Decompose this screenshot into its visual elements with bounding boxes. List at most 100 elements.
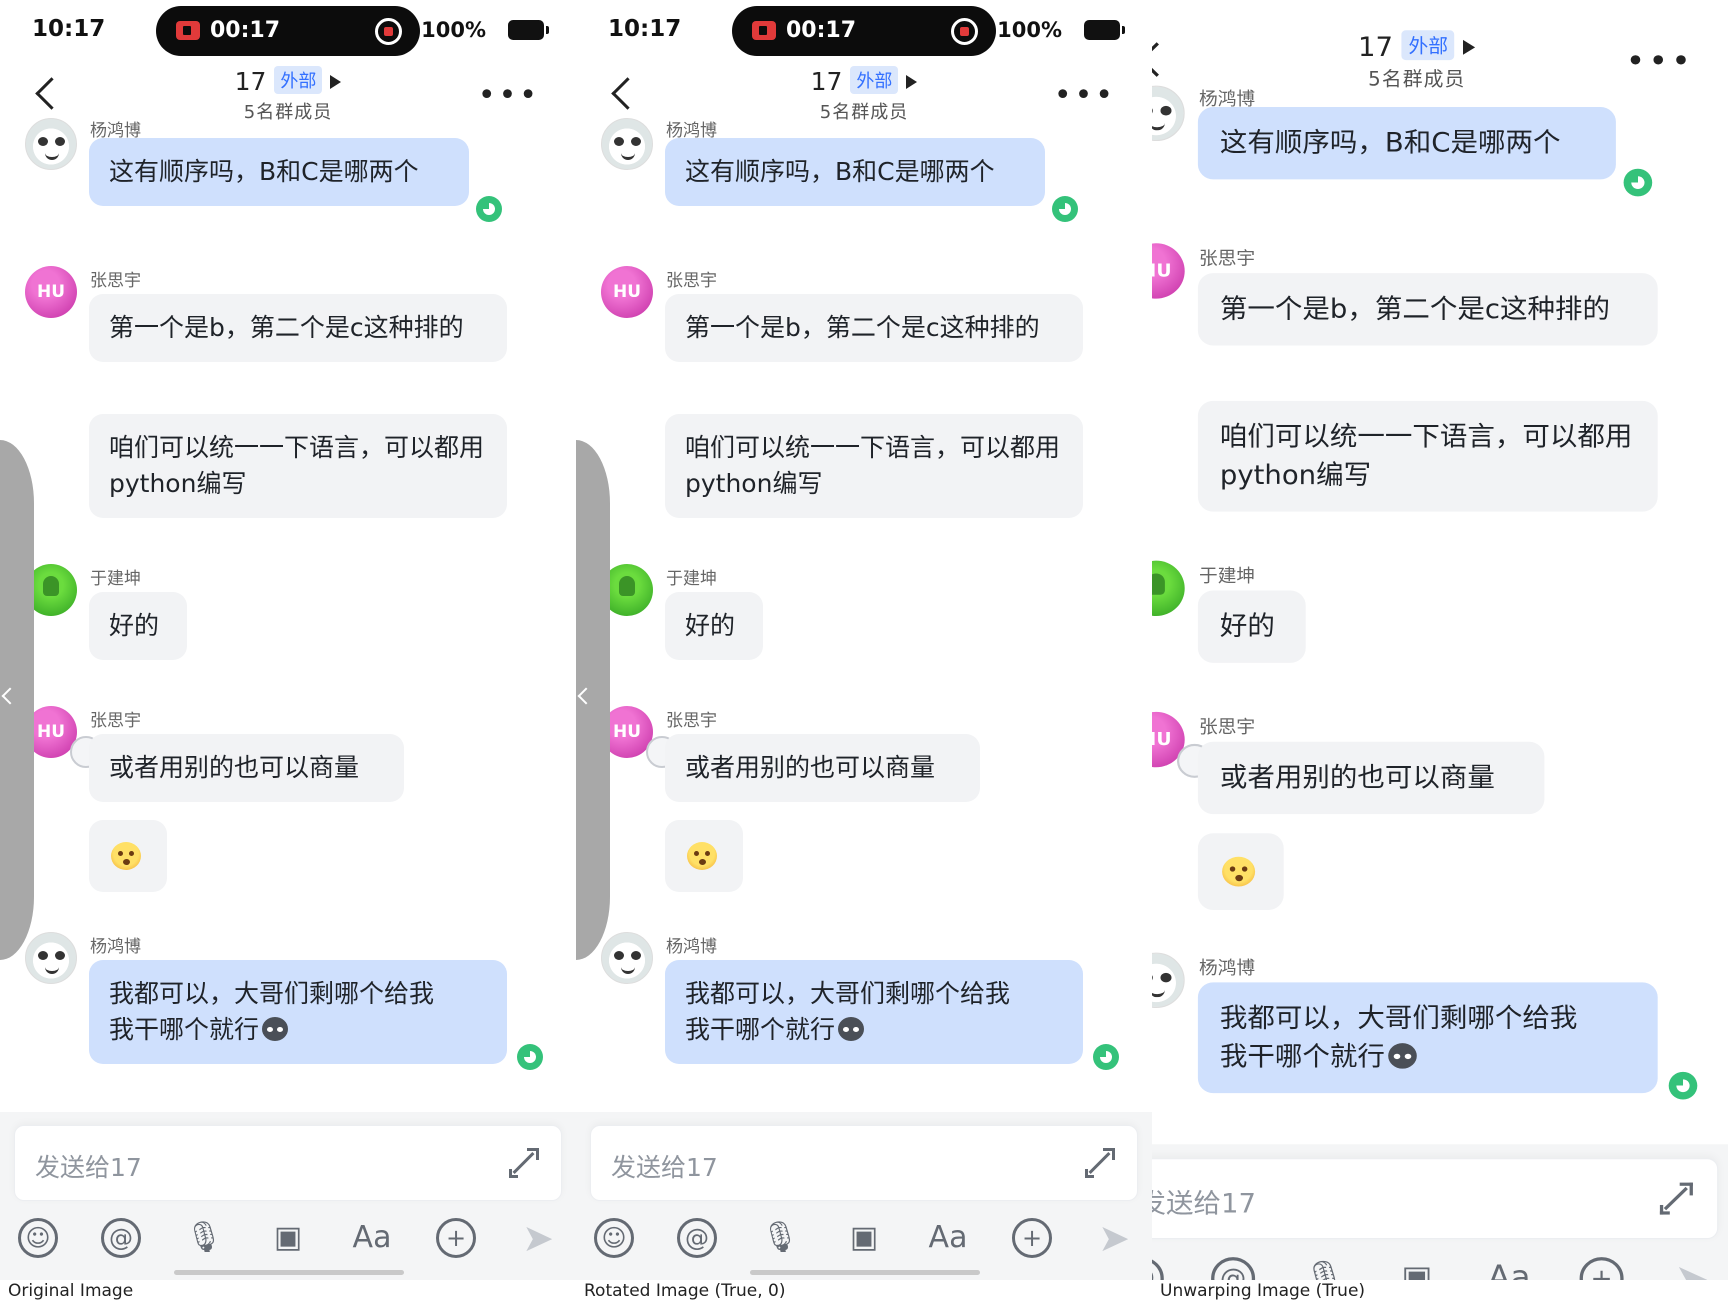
message-input-placeholder: 发送给17 xyxy=(611,1153,718,1182)
expand-icon[interactable] xyxy=(1659,1182,1693,1215)
stop-record-icon[interactable] xyxy=(375,18,402,45)
image-icon[interactable]: ▣ xyxy=(268,1218,308,1258)
font-icon[interactable]: Aa xyxy=(928,1218,968,1258)
message-input[interactable]: 发送给17 xyxy=(14,1125,562,1201)
avatar[interactable] xyxy=(1152,952,1185,1008)
at-icon[interactable]: @ xyxy=(677,1218,717,1258)
plus-icon[interactable]: + xyxy=(1012,1218,1052,1258)
send-icon[interactable]: ➤ xyxy=(1094,1218,1134,1258)
message-list[interactable]: 杨鸿博 这有顺序吗，B和C是哪两个 HU 张思宇 第一个是b，第二个是c这种排的… xyxy=(1152,85,1728,1140)
message-bubble[interactable]: 咱们可以统一一下语言，可以都用python编写 xyxy=(89,414,507,518)
read-status-icon xyxy=(476,196,502,222)
battery-percent: 100% xyxy=(997,18,1062,42)
page-curl-edge[interactable] xyxy=(576,440,610,960)
external-tag: 外部 xyxy=(274,66,323,94)
message-input[interactable]: 发送给17 xyxy=(1152,1158,1719,1240)
avatar[interactable] xyxy=(25,118,77,170)
page-curl-edge[interactable] xyxy=(0,440,34,960)
original-image-panel: 10:17 00:17 100% 17 外部 5名群成员 ••• 杨鸿博 这有顺序… xyxy=(0,0,576,1280)
smile-icon[interactable]: ☺ xyxy=(18,1218,58,1258)
message-bubble[interactable]: 或者用别的也可以商量 xyxy=(89,734,404,802)
message-bubble[interactable]: 我都可以，大哥们剩哪个给我 我干哪个就行 xyxy=(1197,982,1658,1094)
message-bubble[interactable]: 这有顺序吗，B和C是哪两个 xyxy=(89,138,469,206)
send-icon[interactable]: ➤ xyxy=(1670,1257,1714,1280)
avatar[interactable] xyxy=(1152,560,1185,617)
read-status-icon xyxy=(1052,196,1078,222)
avatar[interactable]: HU xyxy=(25,266,77,318)
message-line: 我都可以，大哥们剩哪个给我 xyxy=(109,979,435,1008)
at-icon[interactable]: @ xyxy=(1211,1257,1256,1280)
record-camera-icon xyxy=(176,21,200,40)
record-time: 00:17 xyxy=(786,18,857,43)
message-input-placeholder: 发送给17 xyxy=(1152,1187,1256,1219)
caret-right-icon xyxy=(330,75,342,89)
font-icon[interactable]: Aa xyxy=(352,1218,392,1258)
smile-icon[interactable]: ☺ xyxy=(594,1218,634,1258)
at-icon[interactable]: @ xyxy=(101,1218,141,1258)
emoji-sticker[interactable] xyxy=(1197,833,1284,910)
emoji-sticker[interactable] xyxy=(665,820,743,892)
plus-icon[interactable]: + xyxy=(1579,1257,1624,1280)
screen-recording-pill[interactable]: 00:17 xyxy=(732,6,996,56)
message-bubble[interactable]: 第一个是b，第二个是c这种排的 xyxy=(89,294,507,362)
message-bubble[interactable]: 或者用别的也可以商量 xyxy=(665,734,980,802)
sender-name: 于建坤 xyxy=(666,569,717,589)
avatar[interactable] xyxy=(601,118,653,170)
message-list[interactable]: 杨鸿博 这有顺序吗，B和C是哪两个 HU 张思宇 第一个是b，第二个是c这种排的… xyxy=(576,118,1152,1108)
message-input[interactable]: 发送给17 xyxy=(590,1125,1138,1201)
shocked-face-icon xyxy=(1222,856,1256,887)
mic-icon[interactable]: 🎙 xyxy=(1302,1257,1346,1280)
screen-recording-pill[interactable]: 00:17 xyxy=(156,6,420,56)
composer-toolbar: ☺ @ 🎙 ▣ Aa + ➤ xyxy=(0,1212,576,1272)
message-bubble[interactable]: 第一个是b，第二个是c这种排的 xyxy=(1197,273,1658,346)
image-icon[interactable]: ▣ xyxy=(1395,1257,1439,1280)
more-icon[interactable]: ••• xyxy=(478,78,540,113)
status-bar: 10:17 00:17 100% xyxy=(576,0,1152,62)
avatar[interactable]: HU xyxy=(1152,243,1185,299)
chat-header: 17 外部 5名群成员 ••• xyxy=(576,62,1152,126)
message-bubble[interactable]: 咱们可以统一一下语言，可以都用python编写 xyxy=(665,414,1083,518)
message-bubble[interactable]: 这有顺序吗，B和C是哪两个 xyxy=(665,138,1045,206)
message-bubble[interactable]: 好的 xyxy=(89,592,187,660)
mic-icon[interactable]: 🎙 xyxy=(184,1218,224,1258)
caption-rotated: Rotated Image (True, 0) xyxy=(584,1281,786,1301)
more-icon[interactable]: ••• xyxy=(1054,78,1116,113)
avatar[interactable]: HU xyxy=(601,266,653,318)
message-bubble[interactable]: 好的 xyxy=(665,592,763,660)
shocked-face-icon xyxy=(687,842,717,870)
more-icon[interactable]: ••• xyxy=(1626,43,1694,80)
cat-emoji-icon xyxy=(262,1017,289,1041)
image-icon[interactable]: ▣ xyxy=(844,1218,884,1258)
chat-header: 17 外部 5名群成员 ••• xyxy=(0,62,576,126)
stop-record-icon[interactable] xyxy=(951,18,978,45)
message-bubble[interactable]: 第一个是b，第二个是c这种排的 xyxy=(665,294,1083,362)
emoji-sticker[interactable] xyxy=(89,820,167,892)
chevron-left-icon xyxy=(577,687,595,705)
expand-icon[interactable] xyxy=(509,1148,539,1178)
message-bubble[interactable]: 咱们可以统一一下语言，可以都用python编写 xyxy=(1197,400,1658,512)
sender-name: 杨鸿博 xyxy=(90,937,141,957)
status-time: 10:17 xyxy=(32,16,106,42)
avatar[interactable] xyxy=(601,932,653,984)
expand-icon[interactable] xyxy=(1085,1148,1115,1178)
message-bubble[interactable]: 或者用别的也可以商量 xyxy=(1197,741,1545,815)
message-list[interactable]: 杨鸿博 这有顺序吗，B和C是哪两个 HU 张思宇 第一个是b，第二个是c这种排的… xyxy=(0,118,576,1108)
font-icon[interactable]: Aa xyxy=(1487,1257,1531,1280)
mic-icon[interactable]: 🎙 xyxy=(760,1218,800,1258)
sender-name: 张思宇 xyxy=(666,271,717,291)
message-bubble[interactable]: 好的 xyxy=(1197,590,1306,663)
sender-name: 张思宇 xyxy=(90,711,141,731)
cat-emoji-icon xyxy=(838,1017,865,1041)
caption-original: Original Image xyxy=(8,1281,134,1301)
message-bubble[interactable]: 这有顺序吗，B和C是哪两个 xyxy=(1197,106,1616,180)
send-icon[interactable]: ➤ xyxy=(518,1218,558,1258)
sender-name: 于建坤 xyxy=(90,569,141,589)
message-line: 我都可以，大哥们剩哪个给我 xyxy=(685,979,1011,1008)
plus-icon[interactable]: + xyxy=(436,1218,476,1258)
message-bubble[interactable]: 我都可以，大哥们剩哪个给我 我干哪个就行 xyxy=(89,960,507,1064)
message-bubble[interactable]: 我都可以，大哥们剩哪个给我 我干哪个就行 xyxy=(665,960,1083,1064)
chat-title-text: 17 xyxy=(234,67,267,96)
avatar[interactable] xyxy=(25,932,77,984)
smile-icon[interactable]: ☺ xyxy=(1152,1257,1164,1280)
avatar[interactable] xyxy=(1152,85,1185,142)
